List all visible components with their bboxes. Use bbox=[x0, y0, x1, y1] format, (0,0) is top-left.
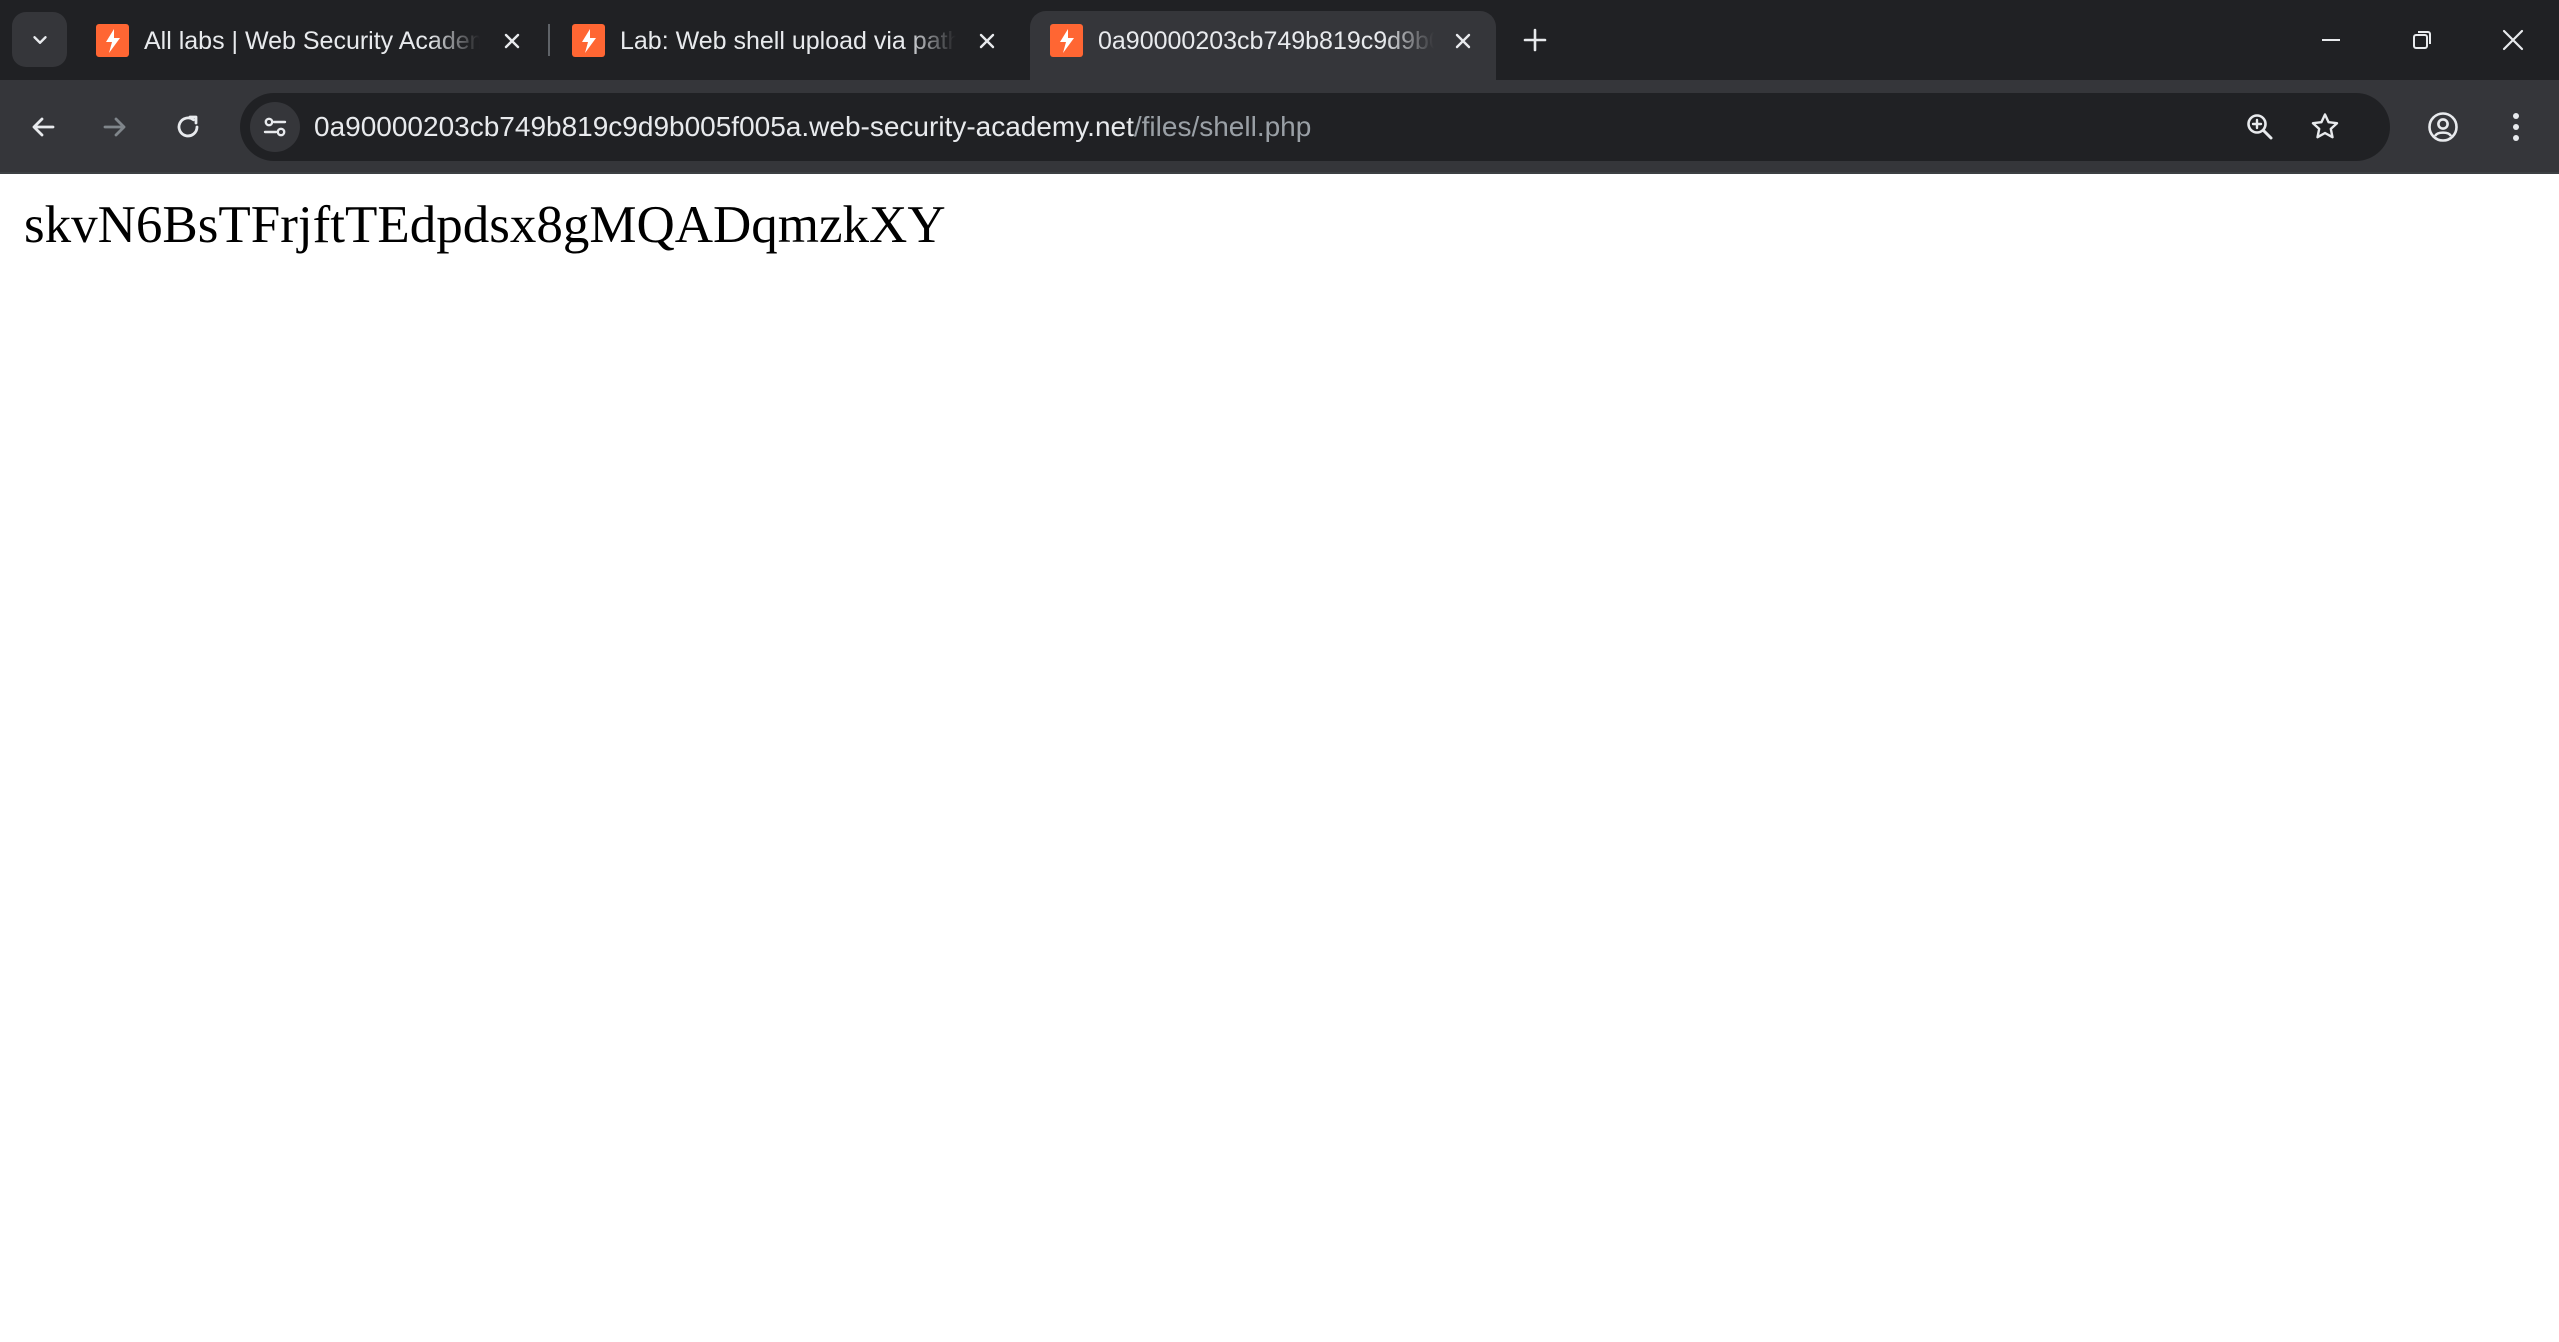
reload-button[interactable] bbox=[161, 100, 215, 154]
close-icon bbox=[2501, 28, 2525, 52]
account-circle-icon bbox=[2426, 110, 2460, 144]
restore-icon bbox=[2411, 29, 2433, 51]
address-bar[interactable]: 0a90000203cb749b819c9d9b005f005a.web-sec… bbox=[240, 93, 2390, 161]
tab-lab-web-shell-upload[interactable]: Lab: Web shell upload via path traversal bbox=[552, 11, 1020, 80]
plus-icon bbox=[1522, 27, 1548, 53]
tab-title: All labs | Web Security Academy bbox=[144, 27, 480, 55]
url-text[interactable]: 0a90000203cb749b819c9d9b005f005a.web-sec… bbox=[314, 93, 1311, 161]
browser-window: All labs | Web Security Academy Lab: Web… bbox=[0, 0, 2559, 1342]
bookmark-button[interactable] bbox=[2300, 102, 2350, 152]
tab-title: 0a90000203cb749b819c9d9b005f005a.web-sec… bbox=[1098, 27, 1434, 55]
arrow-right-icon bbox=[100, 112, 130, 142]
close-icon[interactable] bbox=[1448, 26, 1478, 56]
zoom-in-icon bbox=[2244, 111, 2276, 143]
tab-shell-php[interactable]: 0a90000203cb749b819c9d9b005f005a.web-sec… bbox=[1030, 11, 1496, 80]
lightning-bolt-icon bbox=[1050, 24, 1083, 57]
site-info-button[interactable] bbox=[250, 102, 300, 152]
tab-search-button[interactable] bbox=[12, 12, 67, 67]
profile-button[interactable] bbox=[2416, 100, 2470, 154]
zoom-button[interactable] bbox=[2235, 102, 2285, 152]
reload-icon bbox=[173, 112, 203, 142]
page-body-text: skvN6BsTFrjftTEdpdsx8gMQADqmzkXY bbox=[24, 196, 946, 254]
restore-button[interactable] bbox=[2396, 14, 2448, 66]
tab-strip: All labs | Web Security Academy Lab: Web… bbox=[0, 0, 2559, 80]
minimize-icon bbox=[2320, 29, 2342, 51]
kebab-menu-icon bbox=[2511, 111, 2521, 143]
back-button[interactable] bbox=[16, 100, 70, 154]
close-icon[interactable] bbox=[972, 26, 1002, 56]
tab-title: Lab: Web shell upload via path traversal bbox=[620, 27, 956, 55]
close-icon[interactable] bbox=[497, 26, 527, 56]
forward-button[interactable] bbox=[88, 100, 142, 154]
arrow-left-icon bbox=[28, 112, 58, 142]
new-tab-button[interactable] bbox=[1515, 20, 1555, 60]
tab-all-labs[interactable]: All labs | Web Security Academy bbox=[76, 11, 542, 80]
tune-icon bbox=[261, 113, 289, 141]
tab-separator bbox=[548, 24, 550, 56]
chevron-down-icon bbox=[29, 29, 51, 51]
browser-toolbar: 0a90000203cb749b819c9d9b005f005a.web-sec… bbox=[0, 80, 2559, 174]
browser-menu-button[interactable] bbox=[2489, 100, 2543, 154]
star-icon bbox=[2309, 111, 2341, 143]
lightning-bolt-icon bbox=[572, 24, 605, 57]
url-host: 0a90000203cb749b819c9d9b005f005a.web-sec… bbox=[314, 111, 1134, 142]
window-close-button[interactable] bbox=[2487, 14, 2539, 66]
url-path: /files/shell.php bbox=[1133, 111, 1312, 142]
minimize-button[interactable] bbox=[2305, 14, 2357, 66]
page-viewport: skvN6BsTFrjftTEdpdsx8gMQADqmzkXY bbox=[0, 174, 2559, 1342]
lightning-bolt-icon bbox=[96, 24, 129, 57]
